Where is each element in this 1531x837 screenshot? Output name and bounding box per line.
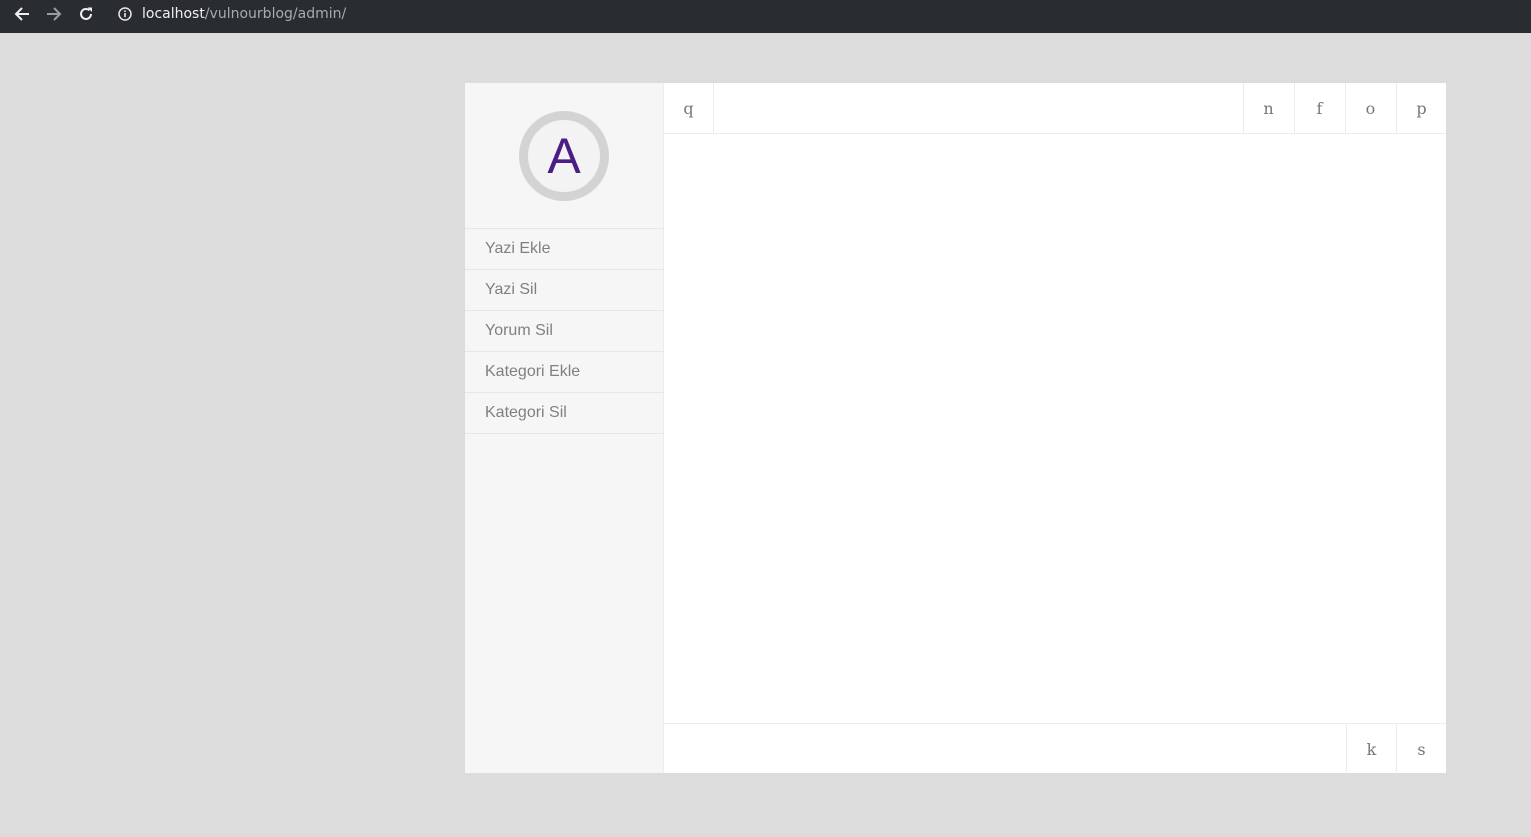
sidebar-item-yorum-sil[interactable]: Yorum Sil [465, 311, 663, 352]
sidebar: A Yazi Ekle Yazi Sil Yorum Sil Kategori … [465, 83, 664, 773]
back-button[interactable] [6, 0, 38, 28]
forward-icon [47, 7, 62, 21]
sidebar-item-yazi-sil[interactable]: Yazi Sil [465, 270, 663, 311]
toolbar-button-n[interactable]: n [1243, 83, 1293, 133]
forward-button[interactable] [38, 0, 70, 28]
avatar-letter: A [547, 128, 581, 184]
browser-toolbar: localhost/vulnourblog/admin/ [0, 0, 1531, 33]
toolbar-button-q[interactable]: q [664, 83, 714, 133]
toolbar-button-p[interactable]: p [1396, 83, 1446, 133]
sidebar-item-kategori-sil[interactable]: Kategori Sil [465, 393, 663, 434]
admin-panel: A Yazi Ekle Yazi Sil Yorum Sil Kategori … [465, 83, 1446, 774]
sidebar-menu: Yazi Ekle Yazi Sil Yorum Sil Kategori Ek… [465, 228, 663, 434]
avatar: A [519, 111, 609, 201]
reload-icon [80, 7, 92, 20]
bottom-toolbar: k s [664, 723, 1446, 774]
back-icon [14, 7, 29, 21]
main-content [664, 134, 1446, 723]
reload-button[interactable] [70, 0, 102, 28]
address-bar[interactable]: localhost/vulnourblog/admin/ [108, 0, 1528, 28]
url-text: localhost/vulnourblog/admin/ [142, 6, 346, 22]
info-icon[interactable] [108, 7, 142, 21]
toolbar-button-o[interactable]: o [1345, 83, 1395, 133]
top-toolbar: q n f o p [664, 83, 1446, 134]
toolbar-button-f[interactable]: f [1294, 83, 1344, 133]
sidebar-item-yazi-ekle[interactable]: Yazi Ekle [465, 229, 663, 270]
sidebar-item-kategori-ekle[interactable]: Kategori Ekle [465, 352, 663, 393]
toolbar-button-k[interactable]: k [1346, 724, 1396, 774]
toolbar-button-s[interactable]: s [1396, 724, 1446, 774]
url-host: localhost [142, 6, 205, 22]
url-path: /vulnourblog/admin/ [204, 6, 347, 22]
